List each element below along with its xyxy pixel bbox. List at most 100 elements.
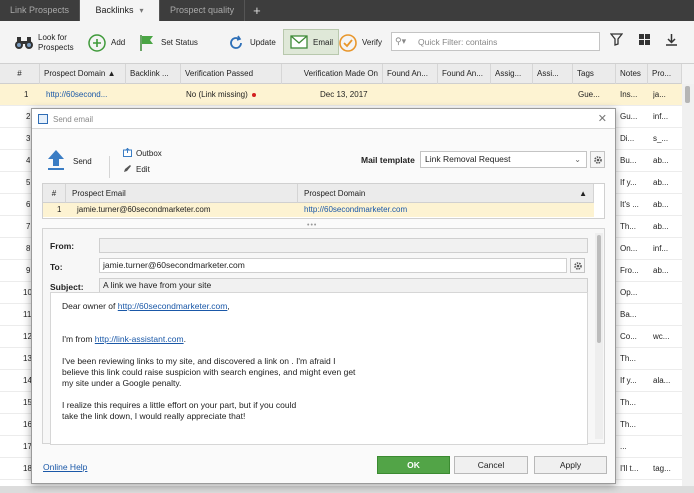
binoculars-icon [14, 33, 34, 53]
chevron-down-icon[interactable]: ⌄ [574, 152, 581, 167]
outbox-button[interactable]: Outbox [123, 147, 162, 159]
tab-backlinks[interactable]: Backlinks ▾ [80, 0, 161, 21]
col-header-assigned-1[interactable]: Assig... [491, 64, 533, 84]
outbox-icon [123, 147, 132, 159]
from-label: From: [50, 241, 75, 251]
compose-scrollbar[interactable] [595, 233, 603, 439]
col-header-verification-passed[interactable]: Verification Passed [181, 64, 282, 84]
mail-template-select[interactable]: Link Removal Request ⌄ [420, 151, 587, 168]
send-button[interactable]: Send [47, 150, 92, 172]
col-header-assigned-2[interactable]: Assi... [533, 64, 573, 84]
col-header-found-anchor-2[interactable]: Found An... [438, 64, 491, 84]
row-notes: If y... [620, 376, 637, 385]
subject-field[interactable]: A link we have from your site [99, 278, 588, 293]
quick-filter-placeholder: Quick Filter: contains [418, 37, 498, 47]
body-paragraph-2: I realize this requires a little effort … [62, 400, 297, 421]
row-num: 2 [26, 112, 31, 121]
quick-filter-input[interactable]: ⚲▾ Quick Filter: contains [391, 32, 600, 51]
pencil-icon [123, 164, 132, 175]
intro-suffix: . [183, 334, 186, 344]
row-pro: ab... [653, 222, 669, 231]
add-button[interactable]: Add [87, 21, 125, 64]
app-icon [38, 114, 48, 124]
greeting-link[interactable]: http://60secondmarketer.com [118, 301, 228, 311]
compose-scrollbar-thumb[interactable] [597, 235, 601, 343]
send-arrow-icon [47, 149, 65, 173]
col-header-notes[interactable]: Notes [616, 64, 648, 84]
row-num: 1 [24, 90, 29, 99]
intro-prefix: I'm from [62, 334, 95, 344]
dialog-footer: Online Help OK Cancel Apply [32, 452, 615, 484]
grid-scrollbar[interactable] [682, 84, 694, 486]
row-pro: ab... [653, 156, 669, 165]
add-tab-icon[interactable]: + [245, 0, 269, 21]
recipient-domain[interactable]: http://60secondmarketer.com [304, 203, 407, 217]
sort-up-icon: ▲ [579, 189, 587, 198]
col-header-verification-made-on[interactable]: Verification Made On [282, 64, 383, 84]
recipient-settings-gear-icon[interactable] [570, 258, 585, 273]
tab-link-prospects[interactable]: Link Prospects [0, 0, 81, 21]
recipients-col-email[interactable]: Prospect Email [66, 184, 298, 203]
recipients-col-domain-label: Prospect Domain [304, 189, 366, 198]
to-field[interactable]: jamie.turner@60secondmarketer.com [99, 258, 567, 273]
email-body-editor[interactable]: Dear owner of http://60secondmarketer.co… [50, 292, 588, 445]
col-header-backlink[interactable]: Backlink ... [126, 64, 181, 84]
ok-button[interactable]: OK [377, 456, 450, 474]
row-pro: inf... [653, 244, 669, 253]
row-notes: Ba... [620, 310, 637, 319]
recipient-email: jamie.turner@60secondmarketer.com [77, 205, 211, 214]
look-for-prospects-label: Look for Prospects [38, 32, 74, 52]
scrollbar-thumb[interactable] [685, 86, 690, 103]
tab-prospect-quality[interactable]: Prospect quality [160, 0, 246, 21]
verify-button[interactable]: Verify [338, 21, 382, 64]
row-verification-date: Dec 13, 2017 [320, 90, 368, 99]
funnel-icon[interactable] [609, 33, 624, 49]
row-notes: Th... [620, 420, 637, 429]
update-label: Update [250, 38, 276, 47]
table-row-selected[interactable]: 1 http://60second... No (Link missing) D… [0, 84, 682, 106]
set-status-button[interactable]: Set Status [137, 21, 198, 64]
close-icon[interactable]: ✕ [598, 112, 607, 125]
mail-template-value: Link Removal Request [425, 154, 511, 164]
download-icon[interactable] [665, 33, 678, 49]
recipients-col-domain[interactable]: Prospect Domain ▲ [298, 184, 594, 203]
add-label: Add [111, 38, 126, 47]
row-prospect-domain[interactable]: http://60second... [46, 84, 107, 106]
recipient-row[interactable]: 1 jamie.turner@60secondmarketer.com http… [43, 203, 594, 217]
intro-link[interactable]: http://link-assistant.com [95, 334, 184, 344]
from-field[interactable] [99, 238, 588, 253]
recipients-col-num[interactable]: # [43, 184, 66, 203]
apply-button[interactable]: Apply [534, 456, 607, 474]
cancel-button[interactable]: Cancel [454, 456, 528, 474]
search-icon[interactable]: ⚲▾ [395, 36, 406, 47]
col-header-prospect-domain[interactable]: Prospect Domain ▲ [40, 64, 126, 84]
update-button[interactable]: Update [226, 21, 276, 64]
col-header-tags[interactable]: Tags [573, 64, 616, 84]
col-header-num[interactable]: # [0, 64, 40, 84]
chevron-down-icon[interactable]: ▾ [140, 6, 144, 15]
online-help-link[interactable]: Online Help [43, 462, 87, 472]
body-paragraph-1: I've been reviewing links to my site, an… [62, 356, 356, 388]
set-status-label: Set Status [161, 38, 198, 47]
row-pro: inf... [653, 112, 669, 121]
row-num: 7 [26, 222, 31, 231]
greeting-suffix: , [227, 301, 230, 311]
row-pro: ala... [653, 376, 671, 385]
compose-panel: From: To: jamie.turner@60secondmarketer.… [42, 228, 605, 445]
grid-view-icon[interactable] [638, 33, 651, 49]
row-pro: ab... [653, 266, 669, 275]
email-button[interactable]: Email [283, 29, 340, 55]
edit-button[interactable]: Edit [123, 164, 150, 175]
template-settings-gear-icon[interactable] [590, 151, 605, 168]
col-header-found-anchor-1[interactable]: Found An... [383, 64, 438, 84]
row-notes: Co... [620, 332, 637, 341]
greeting-prefix: Dear owner of [62, 301, 118, 311]
send-email-dialog: Send email ✕ Send Outbox Edit Mail templ… [31, 108, 616, 484]
body-greeting: Dear owner of http://60secondmarketer.co… [62, 301, 576, 312]
row-num: 6 [26, 200, 31, 209]
col-header-pro[interactable]: Pro... [648, 64, 682, 84]
look-for-prospects-button[interactable]: Look for Prospects [14, 21, 74, 64]
row-notes: Th... [620, 398, 637, 407]
add-circle-icon [87, 33, 107, 53]
row-num: 4 [26, 156, 31, 165]
